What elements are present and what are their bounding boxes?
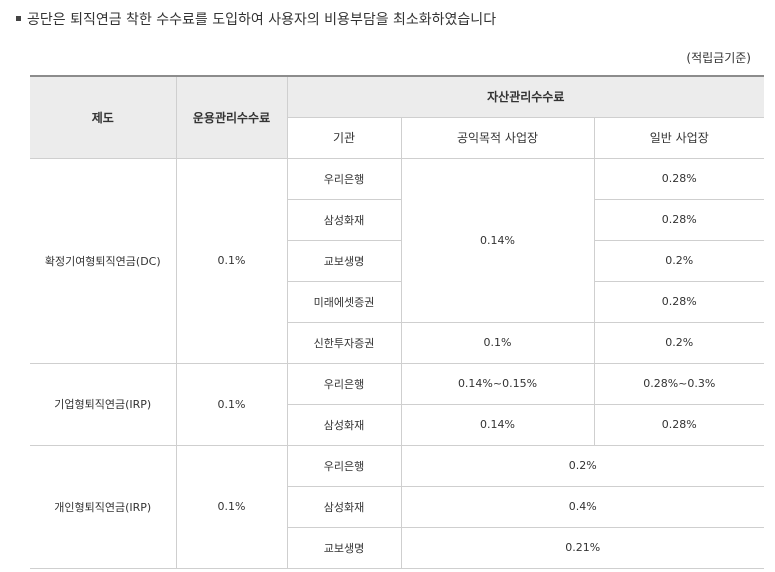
operation-fee-cell: 0.1% [175,157,288,364]
public-fee-cell: 0.14%~0.15% [400,362,595,405]
header-system: 제도 [30,75,177,159]
combined-fee-cell: 0.21% [400,526,765,569]
institution-cell: 교보생명 [286,526,402,569]
institution-cell: 신한투자증권 [286,321,402,364]
header-institution: 기관 [286,116,402,159]
general-fee-cell: 0.28% [593,280,765,323]
section-heading: 공단은 퇴직연금 착한 수수료를 도입하여 사용자의 비용부담을 최소화하였습니… [16,9,496,29]
table-row: 기업형퇴직연금(IRP) 0.1% 우리은행 0.14%~0.15% 0.28%… [30,362,765,446]
institution-cell: 우리은행 [286,362,402,405]
section-heading-text: 공단은 퇴직연금 착한 수수료를 도입하여 사용자의 비용부담을 최소화하였습니… [27,12,497,28]
fee-table: 제도 운용관리수수료 자산관리수수료 기관 공익목적 사업장 일반 사업장 확정… [30,75,765,569]
institution-cell: 삼성화재 [286,403,402,446]
header-operation-fee: 운용관리수수료 [175,75,288,159]
general-fee-cell: 0.2% [593,239,765,282]
header-general-workplace: 일반 사업장 [593,116,765,159]
unit-note: (적립금기준) [686,51,751,65]
institution-cell: 삼성화재 [286,485,402,528]
combined-fee-cell: 0.4% [400,485,765,528]
institution-cell: 우리은행 [286,157,402,200]
public-fee-cell: 0.14% [400,157,595,323]
institution-cell: 우리은행 [286,444,402,487]
operation-fee-cell: 0.1% [175,362,288,446]
general-fee-cell: 0.2% [593,321,765,364]
table-row: 개인형퇴직연금(IRP) 0.1% 우리은행 0.2% [30,444,765,569]
public-fee-cell: 0.1% [400,321,595,364]
general-fee-cell: 0.28% [593,403,765,446]
system-name-cell: 기업형퇴직연금(IRP) [30,362,177,446]
system-name-cell: 개인형퇴직연금(IRP) [30,444,177,569]
general-fee-cell: 0.28% [593,157,765,200]
system-name-cell: 확정기여형퇴직연금(DC) [30,157,177,364]
general-fee-cell: 0.28% [593,198,765,241]
table-row: 확정기여형퇴직연금(DC) 0.1% 우리은행 0.14% 0.28% [30,157,765,364]
operation-fee-cell: 0.1% [175,444,288,569]
general-fee-cell: 0.28%~0.3% [593,362,765,405]
public-fee-cell: 0.14% [400,403,595,446]
institution-cell: 교보생명 [286,239,402,282]
header-public-workplace: 공익목적 사업장 [400,116,595,159]
institution-cell: 삼성화재 [286,198,402,241]
header-asset-fee: 자산관리수수료 [286,75,765,118]
combined-fee-cell: 0.2% [400,444,765,487]
bullet-square-icon [16,15,21,21]
institution-cell: 미래에셋증권 [286,280,402,323]
